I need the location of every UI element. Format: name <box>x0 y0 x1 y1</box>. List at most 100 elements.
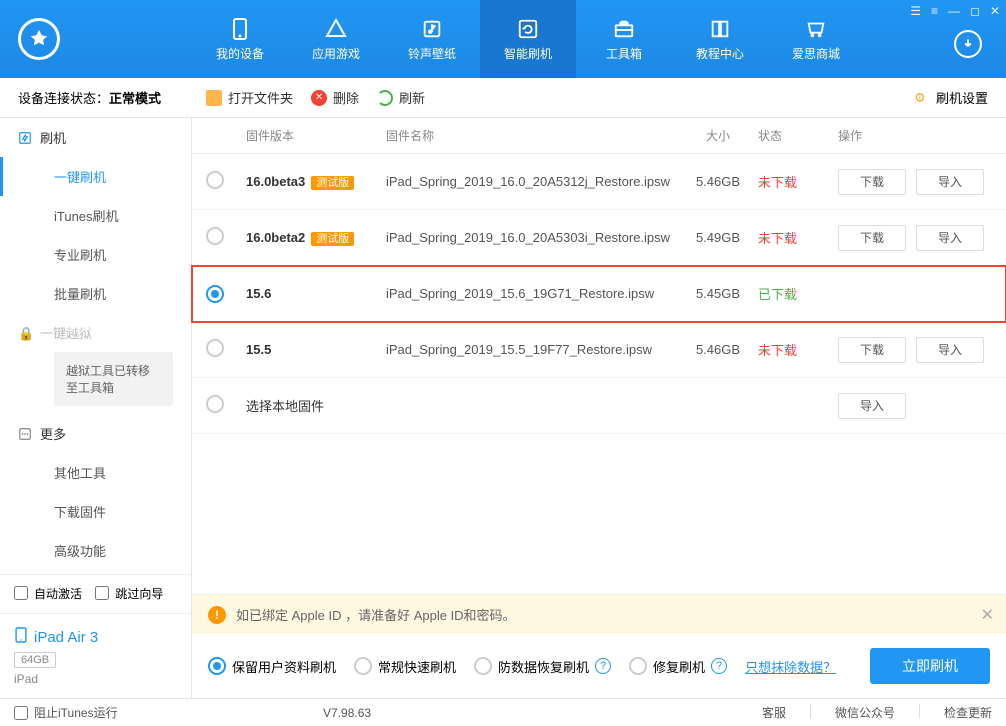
sidebar-label: 更多 <box>40 424 66 443</box>
firmware-row[interactable]: 16.0beta2测试版 iPad_Spring_2019_16.0_20A53… <box>192 210 1006 266</box>
window-controls: ☰ ≡ — ◻ ✕ <box>910 4 1000 18</box>
radio-icon <box>629 657 647 675</box>
header-name[interactable]: 固件名称 <box>386 127 678 144</box>
button-label: 删除 <box>333 88 359 107</box>
nav-ringtones[interactable]: 铃声壁纸 <box>384 0 480 78</box>
firmware-row[interactable]: 15.5 iPad_Spring_2019_15.5_19F77_Restore… <box>192 322 1006 378</box>
option-normal[interactable]: 常规快速刷机 <box>354 657 456 676</box>
sidebar-item-advanced[interactable]: 高级功能 <box>0 531 191 570</box>
status-bar: 设备连接状态：正常模式 打开文件夹 ✕删除 刷新 ⚙刷机设置 <box>0 78 1006 118</box>
window-list-icon[interactable]: ≡ <box>931 4 938 18</box>
gear-icon: ⚙ <box>914 90 930 106</box>
header-size[interactable]: 大小 <box>678 127 758 144</box>
sidebar-label: 高级功能 <box>54 541 106 560</box>
logo[interactable]: 爱思助手 www.i4.cn <box>0 0 192 78</box>
download-indicator-icon[interactable] <box>954 30 982 58</box>
nav-store[interactable]: 爱思商城 <box>768 0 864 78</box>
filename-cell: iPad_Spring_2019_16.0_20A5303i_Restore.i… <box>386 230 678 245</box>
sidebar-item-other-tools[interactable]: 其他工具 <box>0 453 191 492</box>
option-anti-recovery[interactable]: 防数据恢复刷机? <box>474 657 611 676</box>
footer: 阻止iTunes运行 V7.98.63 客服 微信公众号 检查更新 <box>0 698 1006 726</box>
status-cell: 未下载 <box>758 228 838 247</box>
size-cell: 5.46GB <box>678 174 758 189</box>
nav-label: 教程中心 <box>696 45 744 62</box>
option-label: 保留用户资料刷机 <box>232 657 336 676</box>
nav-toolbox[interactable]: 工具箱 <box>576 0 672 78</box>
music-icon <box>420 17 444 41</box>
firmware-row[interactable]: 15.6 iPad_Spring_2019_15.6_19G71_Restore… <box>192 266 1006 322</box>
flash-now-button[interactable]: 立即刷机 <box>870 648 990 684</box>
erase-data-link[interactable]: 只想抹除数据？ <box>745 657 836 676</box>
import-button[interactable]: 导入 <box>916 169 984 195</box>
sidebar-label: 其他工具 <box>54 463 106 482</box>
device-name[interactable]: iPad Air 3 <box>14 626 177 648</box>
radio-icon <box>474 657 492 675</box>
version-text: V7.98.63 <box>323 706 371 720</box>
toolbox-icon <box>612 17 636 41</box>
status-cell: 未下载 <box>758 172 838 191</box>
open-folder-button[interactable]: 打开文件夹 <box>206 88 293 107</box>
delete-button[interactable]: ✕删除 <box>311 88 359 107</box>
wechat-link[interactable]: 微信公众号 <box>835 704 895 721</box>
help-icon[interactable]: ? <box>711 658 727 674</box>
window-minimize-icon[interactable]: — <box>948 4 960 18</box>
customer-service-link[interactable]: 客服 <box>762 704 786 721</box>
folder-icon <box>206 90 222 106</box>
tablet-icon <box>14 626 28 648</box>
option-label: 常规快速刷机 <box>378 657 456 676</box>
header-version[interactable]: 固件版本 <box>246 127 386 144</box>
sidebar-item-download-fw[interactable]: 下载固件 <box>0 492 191 531</box>
radio-icon <box>208 657 226 675</box>
header-status[interactable]: 状态 <box>758 127 838 144</box>
sidebar-item-one-click[interactable]: 一键刷机 <box>0 157 191 196</box>
import-button[interactable]: 导入 <box>838 393 906 419</box>
sidebar-group-more[interactable]: 更多 <box>0 414 191 453</box>
warning-close-icon[interactable]: ✕ <box>981 605 994 625</box>
download-button[interactable]: 下载 <box>838 225 906 251</box>
radio-icon[interactable] <box>206 339 224 357</box>
option-keep-data[interactable]: 保留用户资料刷机 <box>208 657 336 676</box>
version-cell: 15.6 <box>246 286 386 301</box>
refresh-button[interactable]: 刷新 <box>377 88 425 107</box>
bottom-panel: ! 如已绑定 Apple ID ，请准备好 Apple ID和密码。 ✕ 保留用… <box>192 594 1006 698</box>
help-icon[interactable]: ? <box>595 658 611 674</box>
nav-label: 爱思商城 <box>792 45 840 62</box>
window-menu-icon[interactable]: ☰ <box>910 4 921 18</box>
nav-flash[interactable]: 智能刷机 <box>480 0 576 78</box>
block-itunes-checkbox[interactable]: 阻止iTunes运行 <box>14 704 118 721</box>
apps-icon <box>324 17 348 41</box>
radio-icon[interactable] <box>206 395 224 413</box>
radio-icon[interactable] <box>206 227 224 245</box>
option-label: 修复刷机 <box>653 657 705 676</box>
window-close-icon[interactable]: ✕ <box>990 4 1000 18</box>
jailbreak-note: 越狱工具已转移至工具箱 <box>54 352 173 406</box>
local-firmware-label: 选择本地固件 <box>246 396 386 415</box>
radio-icon[interactable] <box>206 171 224 189</box>
download-button[interactable]: 下载 <box>838 337 906 363</box>
nav-tutorials[interactable]: 教程中心 <box>672 0 768 78</box>
beta-tag: 测试版 <box>311 232 354 246</box>
check-update-link[interactable]: 检查更新 <box>944 704 992 721</box>
option-repair[interactable]: 修复刷机? <box>629 657 727 676</box>
header-action: 操作 <box>838 127 1006 144</box>
warning-bar: ! 如已绑定 Apple ID ，请准备好 Apple ID和密码。 ✕ <box>192 595 1006 634</box>
device-type: iPad <box>14 672 177 686</box>
size-cell: 5.46GB <box>678 342 758 357</box>
local-firmware-row[interactable]: 选择本地固件 导入 <box>192 378 1006 434</box>
nav-label: 我的设备 <box>216 45 264 62</box>
window-maximize-icon[interactable]: ◻ <box>970 4 980 18</box>
auto-activate-checkbox[interactable]: 自动激活 <box>14 585 82 602</box>
action-cell: 下载导入 <box>838 225 1006 251</box>
download-button[interactable]: 下载 <box>838 169 906 195</box>
nav-apps[interactable]: 应用游戏 <box>288 0 384 78</box>
table-header: 固件版本 固件名称 大小 状态 操作 <box>192 118 1006 154</box>
nav-my-device[interactable]: 我的设备 <box>192 0 288 78</box>
import-button[interactable]: 导入 <box>916 225 984 251</box>
import-button[interactable]: 导入 <box>916 337 984 363</box>
flash-settings-button[interactable]: ⚙刷机设置 <box>914 88 988 107</box>
skip-guide-checkbox[interactable]: 跳过向导 <box>95 585 163 602</box>
firmware-row[interactable]: 16.0beta3测试版 iPad_Spring_2019_16.0_20A53… <box>192 154 1006 210</box>
nav-label: 智能刷机 <box>504 45 552 62</box>
warning-icon: ! <box>208 606 226 624</box>
radio-icon[interactable] <box>206 285 224 303</box>
